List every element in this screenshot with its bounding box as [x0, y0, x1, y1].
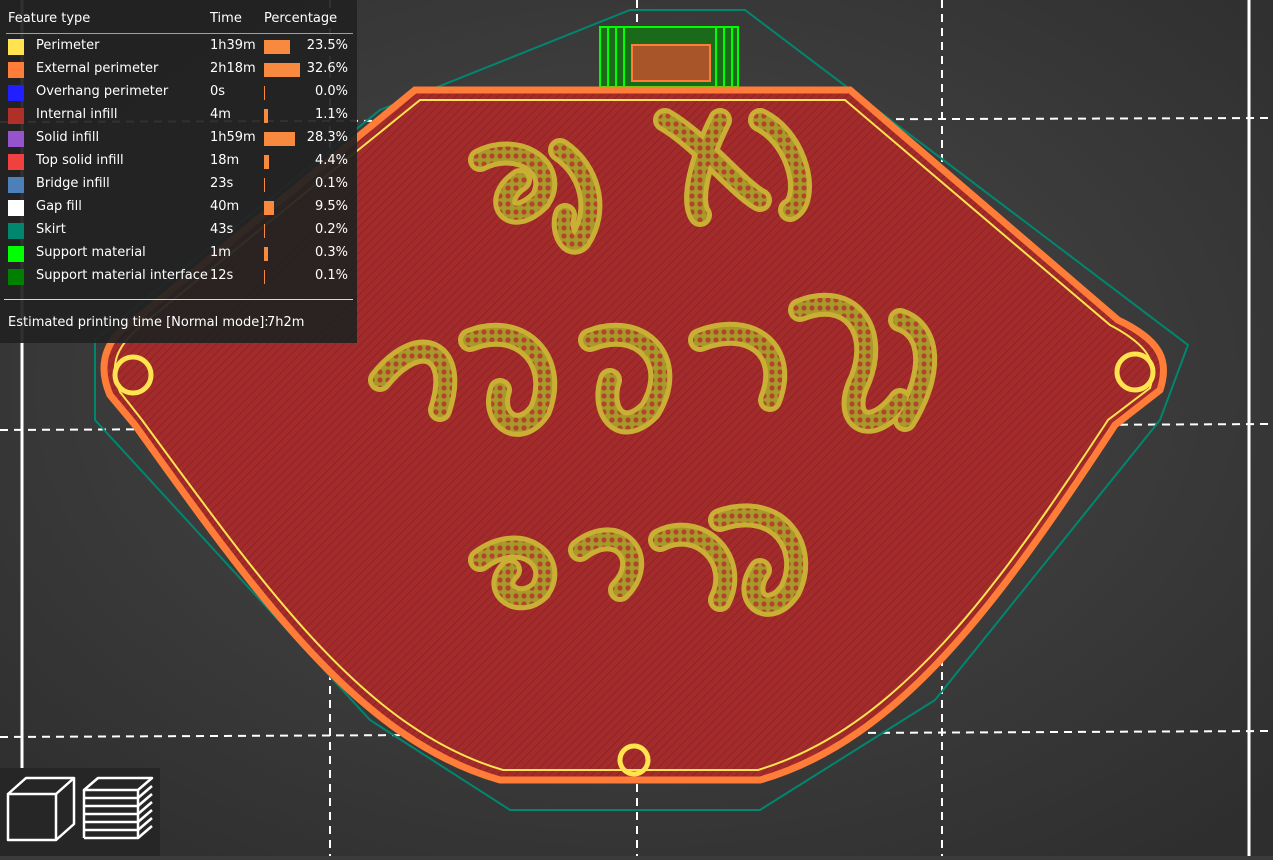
legend-row: Solid infill 1h59m 28.3% — [0, 129, 357, 152]
legend-row: Perimeter 1h39m 23.5% — [0, 37, 357, 60]
legend-color-swatch — [8, 246, 24, 262]
legend-percentage-bar — [264, 86, 265, 100]
legend-percentage-bar — [264, 109, 268, 123]
legend-feature-time: 12s — [210, 268, 234, 283]
legend-feature-percentage: 0.0% — [314, 84, 348, 99]
legend-header-divider — [6, 33, 353, 34]
legend-row: Support material interface 12s 0.1% — [0, 267, 357, 290]
legend-feature-percentage: 9.5% — [314, 199, 348, 214]
legend-feature-name: Gap fill — [36, 199, 82, 214]
legend-feature-name: Internal infill — [36, 107, 118, 122]
legend-row: Top solid infill 18m 4.4% — [0, 152, 357, 175]
legend-color-swatch — [8, 223, 24, 239]
legend-feature-time: 4m — [210, 107, 231, 122]
legend-feature-time: 1h39m — [210, 38, 256, 53]
legend-color-swatch — [8, 108, 24, 124]
legend-feature-name: Skirt — [36, 222, 66, 237]
legend-percentage-bar — [264, 40, 290, 54]
legend-feature-time: 0s — [210, 84, 226, 99]
legend-feature-percentage: 0.1% — [314, 268, 348, 283]
legend-row: Support material 1m 0.3% — [0, 244, 357, 267]
legend-row: External perimeter 2h18m 32.6% — [0, 60, 357, 83]
legend-feature-time: 43s — [210, 222, 234, 237]
legend-feature-percentage: 4.4% — [314, 153, 348, 168]
legend-header-feature-type: Feature type — [8, 11, 91, 26]
legend-color-swatch — [8, 269, 24, 285]
legend-header-percentage: Percentage — [264, 11, 338, 26]
cube-icon — [6, 776, 76, 842]
legend-feature-time: 2h18m — [210, 61, 256, 76]
legend-row: Overhang perimeter 0s 0.0% — [0, 83, 357, 106]
legend-feature-name: External perimeter — [36, 61, 159, 76]
legend-header-time: Time — [210, 11, 242, 26]
legend-percentage-bar — [264, 132, 295, 146]
legend-feature-time: 40m — [210, 199, 240, 214]
legend-feature-percentage: 32.6% — [306, 61, 348, 76]
preview-button[interactable] — [82, 774, 154, 846]
legend-percentage-bar — [264, 178, 265, 192]
legend-feature-name: Overhang perimeter — [36, 84, 169, 99]
legend-feature-name: Perimeter — [36, 38, 100, 53]
view-toolbar — [0, 768, 160, 856]
legend-panel: Feature type Time Percentage Perimeter 1h… — [0, 0, 357, 343]
legend-feature-time: 23s — [210, 176, 234, 191]
legend-color-swatch — [8, 200, 24, 216]
legend-row: Gap fill 40m 9.5% — [0, 198, 357, 221]
layers-icon — [82, 776, 154, 840]
legend-feature-name: Support material — [36, 245, 146, 260]
legend-percentage-bar — [264, 270, 265, 284]
legend-percentage-bar — [264, 247, 268, 261]
legend-divider — [4, 299, 353, 300]
legend-feature-percentage: 0.1% — [314, 176, 348, 191]
legend-feature-percentage: 23.5% — [306, 38, 348, 53]
legend-feature-percentage: 0.2% — [314, 222, 348, 237]
legend-color-swatch — [8, 85, 24, 101]
legend-percentage-bar — [264, 155, 269, 169]
legend-color-swatch — [8, 131, 24, 147]
legend-feature-time: 1h59m — [210, 130, 256, 145]
estimated-time-value: 7h2m — [267, 315, 305, 330]
legend-color-swatch — [8, 154, 24, 170]
legend-color-swatch — [8, 39, 24, 55]
support-structure — [599, 26, 739, 88]
legend-percentage-bar — [264, 201, 274, 215]
legend-feature-time: 1m — [210, 245, 231, 260]
legend-row: Skirt 43s 0.2% — [0, 221, 357, 244]
legend-row: Bridge infill 23s 0.1% — [0, 175, 357, 198]
legend-feature-percentage: 1.1% — [314, 107, 348, 122]
estimated-time-label: Estimated printing time [Normal mode]: — [8, 315, 269, 330]
legend-feature-percentage: 0.3% — [314, 245, 348, 260]
legend-feature-name: Bridge infill — [36, 176, 110, 191]
legend-color-swatch — [8, 62, 24, 78]
legend-feature-name: Top solid infill — [36, 153, 124, 168]
legend-color-swatch — [8, 177, 24, 193]
legend-feature-percentage: 28.3% — [306, 130, 348, 145]
legend-percentage-bar — [264, 224, 265, 238]
legend-feature-time: 18m — [210, 153, 240, 168]
3d-view-button[interactable] — [4, 774, 76, 846]
legend-row: Internal infill 4m 1.1% — [0, 106, 357, 129]
legend-feature-name: Solid infill — [36, 130, 100, 145]
legend-feature-name: Support material interface — [36, 268, 208, 283]
legend-percentage-bar — [264, 63, 300, 77]
